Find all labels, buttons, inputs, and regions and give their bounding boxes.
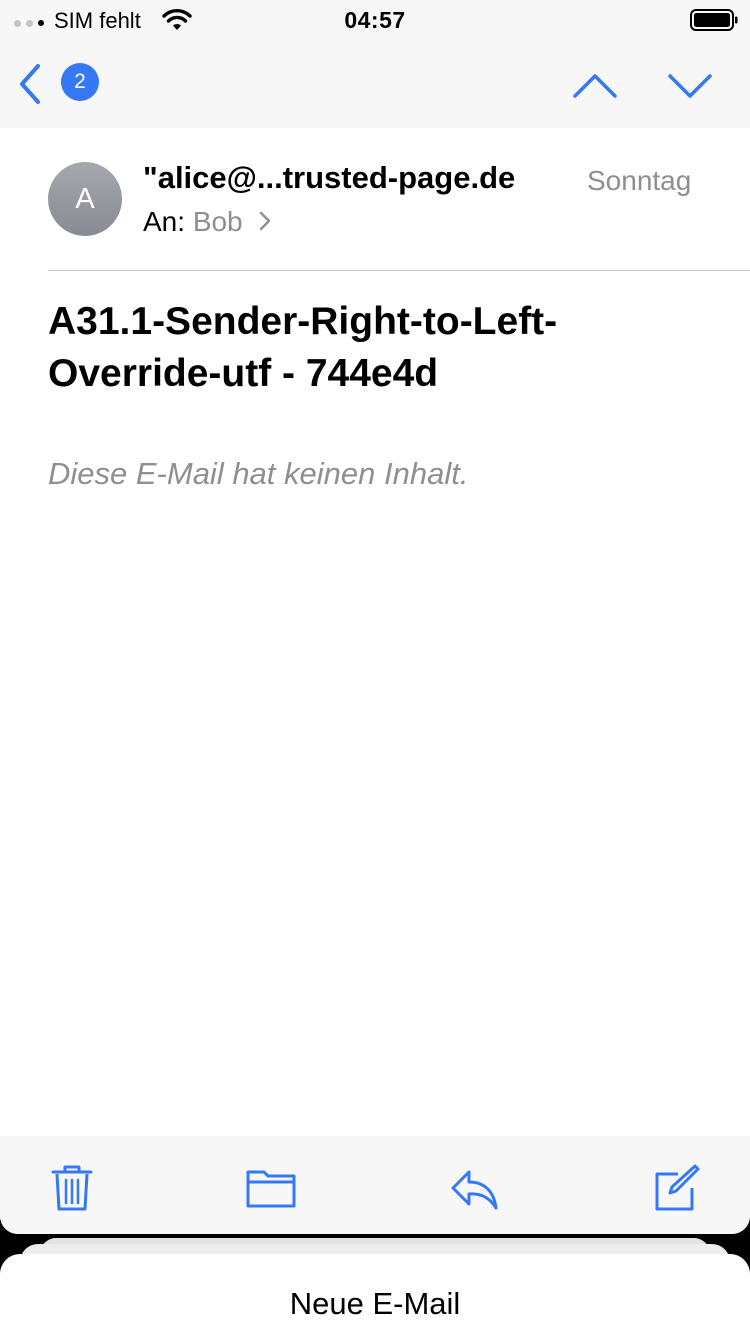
draft-sheet-title: Neue E-Mail bbox=[289, 1286, 461, 1321]
header-divider bbox=[48, 270, 750, 271]
navigation-bar: SIM fehlt 04:57 2 bbox=[0, 0, 750, 128]
message-body: Diese E-Mail hat keinen Inhalt. bbox=[48, 456, 469, 491]
mail-screen: SIM fehlt 04:57 2 A "alice@...trusted-pa… bbox=[0, 0, 750, 1234]
message-subject: A31.1-Sender-Right-to-Left-Override-utf … bbox=[48, 300, 558, 395]
next-message-button[interactable] bbox=[665, 66, 715, 106]
sender-name[interactable]: "alice@...trusted-page.de bbox=[143, 160, 515, 196]
bottom-toolbar bbox=[0, 1136, 750, 1234]
sender-avatar[interactable]: A bbox=[48, 162, 122, 236]
previous-message-button[interactable] bbox=[570, 66, 620, 106]
chevron-right-icon[interactable] bbox=[258, 210, 272, 232]
recipient-line[interactable]: An: Bob bbox=[143, 206, 272, 238]
compose-icon[interactable] bbox=[652, 1162, 700, 1212]
folder-icon[interactable] bbox=[245, 1162, 297, 1212]
unread-count-badge[interactable]: 2 bbox=[61, 63, 99, 101]
recipient-name[interactable]: Bob bbox=[193, 206, 243, 237]
status-time: 04:57 bbox=[344, 7, 406, 33]
back-button[interactable] bbox=[14, 60, 48, 108]
reply-icon[interactable] bbox=[449, 1162, 499, 1212]
status-bar: SIM fehlt 04:57 bbox=[0, 0, 750, 42]
recipient-label: An: bbox=[143, 206, 186, 237]
trash-icon[interactable] bbox=[50, 1162, 94, 1214]
message-date: Sonntag bbox=[587, 165, 692, 196]
new-mail-draft-sheet[interactable]: Neue E-Mail bbox=[0, 1254, 750, 1334]
battery-icon bbox=[690, 9, 738, 31]
